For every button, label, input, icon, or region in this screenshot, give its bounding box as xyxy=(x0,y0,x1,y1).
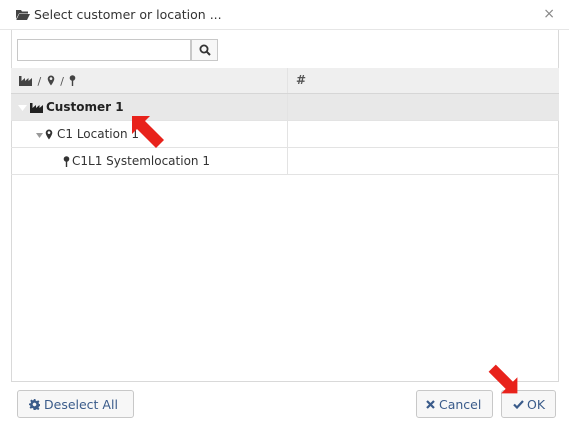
row-label-systemlocation: C1L1 Systemlocation 1 xyxy=(72,154,210,168)
row-label-customer: Customer 1 xyxy=(46,100,124,114)
collapse-triangle-icon[interactable] xyxy=(36,133,43,138)
column-header-icons: / / xyxy=(19,75,76,88)
close-icon xyxy=(426,400,435,409)
folder-open-icon xyxy=(16,10,30,20)
cancel-label: Cancel xyxy=(439,397,482,412)
collapse-triangle-icon[interactable] xyxy=(18,105,27,111)
industry-icon xyxy=(19,76,32,86)
table-row-customer[interactable]: Customer 1 xyxy=(11,94,559,121)
dialog-titlebar: Select customer or location ... × xyxy=(0,0,569,30)
grid-header-row: / / # xyxy=(11,68,559,94)
map-marker-icon xyxy=(47,75,55,86)
deselect-all-button[interactable]: Deselect All xyxy=(17,390,134,418)
search-button[interactable] xyxy=(191,39,218,61)
row-label-location: C1 Location 1 xyxy=(57,127,140,141)
annotation-arrow-icon xyxy=(132,116,164,148)
tree-grid: / / # Customer 1 C1 Location 1 C1L1 Syst… xyxy=(11,68,559,175)
dialog-title: Select customer or location ... xyxy=(34,7,222,22)
row-count-customer xyxy=(288,94,559,120)
gear-icon xyxy=(29,399,40,410)
industry-icon xyxy=(30,103,43,113)
search-input[interactable] xyxy=(17,39,191,61)
row-count-systemlocation xyxy=(288,148,559,174)
column-header-name[interactable]: / / xyxy=(11,68,288,93)
search-icon xyxy=(199,44,211,56)
table-row-location[interactable]: C1 Location 1 xyxy=(11,121,559,148)
pin-icon xyxy=(63,156,70,167)
cancel-button[interactable]: Cancel xyxy=(416,390,493,418)
annotation-arrow-icon xyxy=(488,364,518,394)
map-marker-icon xyxy=(45,129,53,140)
check-icon xyxy=(513,400,524,409)
close-button[interactable]: × xyxy=(543,6,555,22)
ok-label: OK xyxy=(527,397,546,412)
column-header-count-label: # xyxy=(296,73,307,87)
deselect-all-label: Deselect All xyxy=(44,397,118,412)
pin-icon xyxy=(70,75,76,86)
row-count-location xyxy=(288,121,559,147)
column-header-count[interactable]: # xyxy=(288,68,559,93)
table-row-systemlocation[interactable]: C1L1 Systemlocation 1 xyxy=(11,148,559,175)
